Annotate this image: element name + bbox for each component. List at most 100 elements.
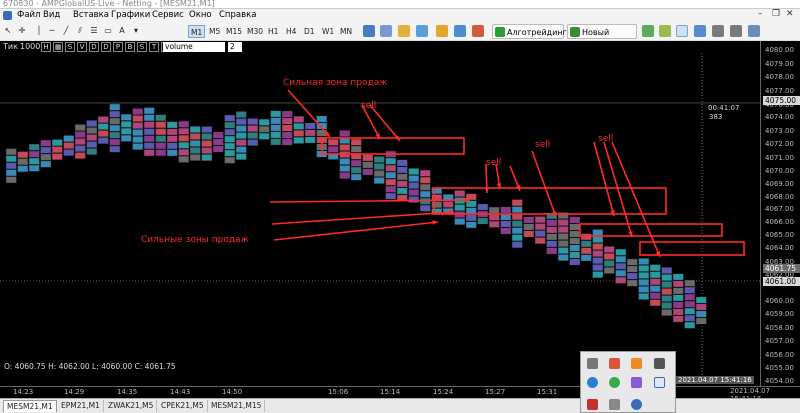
- tab-cpek21-m5[interactable]: CPEK21,M5: [158, 400, 208, 412]
- cluster-cell: [189, 153, 201, 161]
- menu-item-insert[interactable]: Вставка: [73, 10, 109, 20]
- network-tray-icon[interactable]: [587, 377, 598, 388]
- cluster-cell: [132, 108, 144, 116]
- tf-mn[interactable]: MN: [338, 25, 354, 38]
- tick-value[interactable]: 1000: [20, 42, 40, 51]
- cluster-cell: [396, 187, 408, 195]
- cluster-cell: [63, 149, 75, 157]
- menu-item-view[interactable]: Вид: [43, 10, 60, 20]
- tab-zwak21-m5[interactable]: ZWAK21,M5: [105, 400, 158, 412]
- autoscroll-icon[interactable]: [676, 25, 688, 37]
- channel-icon[interactable]: ⫽: [74, 24, 86, 38]
- tf-w1[interactable]: W1: [320, 25, 336, 38]
- close-icon[interactable]: ✕: [786, 9, 794, 19]
- toggle-s2-icon[interactable]: S: [137, 42, 147, 52]
- crosshair-icon[interactable]: ✛: [16, 24, 28, 38]
- tray-icon-extra-1[interactable]: [587, 399, 598, 410]
- tf-h1[interactable]: H1: [266, 25, 280, 38]
- grid-icon[interactable]: [748, 25, 760, 37]
- chart-area[interactable]: [0, 41, 760, 381]
- price-tick-label: 4079.00: [765, 60, 794, 68]
- cluster-cell: [385, 171, 397, 179]
- toggle-t-icon[interactable]: T: [149, 42, 159, 52]
- pen-tray-icon[interactable]: [631, 377, 642, 388]
- cluster-cell: [408, 182, 420, 190]
- screen-tray-icon[interactable]: [654, 377, 665, 388]
- price-tick-label: 4073.00: [765, 127, 794, 135]
- cursor-icon[interactable]: ↖: [2, 24, 14, 38]
- cluster-cell: [592, 229, 604, 237]
- price-tick-label: 4074.00: [765, 113, 794, 121]
- tab-epm21-m1[interactable]: EPM21,M1: [58, 400, 104, 412]
- menu-item-window[interactable]: Окно: [189, 10, 212, 20]
- navigator-icon[interactable]: [454, 25, 466, 37]
- price-tick-label: 4078.00: [765, 73, 794, 81]
- toggle-d-icon[interactable]: D: [89, 42, 99, 52]
- price-tick-label: 4060.00: [765, 297, 794, 305]
- tab-mesm21-m1[interactable]: MESM21,M1: [3, 400, 57, 412]
- cluster-cell: [546, 233, 558, 241]
- chart-shift-icon[interactable]: [694, 25, 706, 37]
- tf-m30[interactable]: M30: [245, 25, 265, 38]
- tray-icon-extra-2[interactable]: [609, 399, 620, 410]
- toggle-p-icon[interactable]: P: [113, 42, 123, 52]
- text-tool-icon[interactable]: A: [116, 24, 128, 38]
- fibonacci-icon[interactable]: ☰: [88, 24, 100, 38]
- sync-tray-icon[interactable]: [609, 377, 620, 388]
- new-order-button[interactable]: Новый ордер: [567, 24, 637, 52]
- toggle-s-icon[interactable]: S: [65, 42, 75, 52]
- menu-item-tools[interactable]: Сервис: [152, 10, 184, 20]
- volume-select[interactable]: volume: [163, 42, 225, 52]
- restore-icon[interactable]: ❐: [772, 9, 780, 19]
- usb-icon[interactable]: [587, 358, 598, 369]
- app-tray-icon[interactable]: [609, 358, 620, 369]
- cluster-cell: [5, 148, 17, 156]
- chart-type-icon[interactable]: [363, 25, 375, 37]
- cluster-cell: [40, 139, 52, 147]
- time-label: 15:14: [380, 388, 401, 396]
- cluster-cell: [235, 146, 247, 154]
- toggle-v-icon[interactable]: V: [77, 42, 87, 52]
- buy-icon[interactable]: [642, 25, 654, 37]
- cluster-cell: [408, 175, 420, 183]
- menu-item-file[interactable]: Файл: [17, 10, 40, 20]
- toolbox-icon[interactable]: [472, 25, 484, 37]
- minimize-icon[interactable]: –: [758, 9, 763, 19]
- price-axis[interactable]: 4080.00 4079.00 4078.00 4077.00 4076.00 4074.…: [760, 41, 800, 386]
- horizontal-line-icon[interactable]: ─: [46, 24, 58, 38]
- shapes-icon[interactable]: ▭: [102, 24, 114, 38]
- cluster-cell: [672, 308, 684, 316]
- bid-price-tag: 4061.75: [763, 264, 800, 273]
- data-window-icon[interactable]: [436, 25, 448, 37]
- window-title: 670830 - AMPGlobalUS-Live - Netting - [M…: [3, 0, 215, 8]
- time-axis[interactable]: 14:23 14:29 14:35 14:43 14:50 15:06 15:1…: [0, 376, 800, 403]
- security-tray-icon[interactable]: [654, 358, 665, 369]
- volume-value-field[interactable]: 2: [228, 42, 242, 52]
- toggle-d2-icon[interactable]: D: [101, 42, 111, 52]
- menu-item-charts[interactable]: Графики: [111, 10, 150, 20]
- tf-m5[interactable]: M5: [207, 25, 222, 38]
- tf-m15[interactable]: M15: [224, 25, 244, 38]
- templates-icon[interactable]: [380, 25, 392, 37]
- profiles-icon[interactable]: [398, 25, 410, 37]
- vertical-line-icon[interactable]: │: [34, 24, 44, 38]
- tf-d1[interactable]: D1: [302, 25, 317, 38]
- tray-icon-extra-3[interactable]: [631, 399, 642, 410]
- cluster-cell: [132, 129, 144, 137]
- zoom-in-icon[interactable]: [712, 25, 724, 37]
- toggle-grid-icon[interactable]: ▦: [53, 42, 63, 52]
- tab-mesm21-m15[interactable]: MESM21,M15: [208, 400, 266, 412]
- menu-item-help[interactable]: Справка: [219, 10, 256, 20]
- toggle-h-icon[interactable]: H: [41, 42, 51, 52]
- toggle-b-icon[interactable]: B: [125, 42, 135, 52]
- tf-h4[interactable]: H4: [284, 25, 298, 38]
- market-watch-icon[interactable]: [416, 25, 428, 37]
- tools-tray-icon[interactable]: [631, 358, 642, 369]
- zoom-out-icon[interactable]: [730, 25, 742, 37]
- sell-icon[interactable]: [659, 25, 671, 37]
- cluster-cell: [155, 135, 167, 143]
- trendline-icon[interactable]: ╱: [60, 24, 72, 38]
- algo-trading-button[interactable]: Алготрейдинг: [492, 24, 567, 39]
- more-tools-icon[interactable]: ▾: [130, 24, 142, 38]
- tf-m1[interactable]: M1: [188, 25, 206, 38]
